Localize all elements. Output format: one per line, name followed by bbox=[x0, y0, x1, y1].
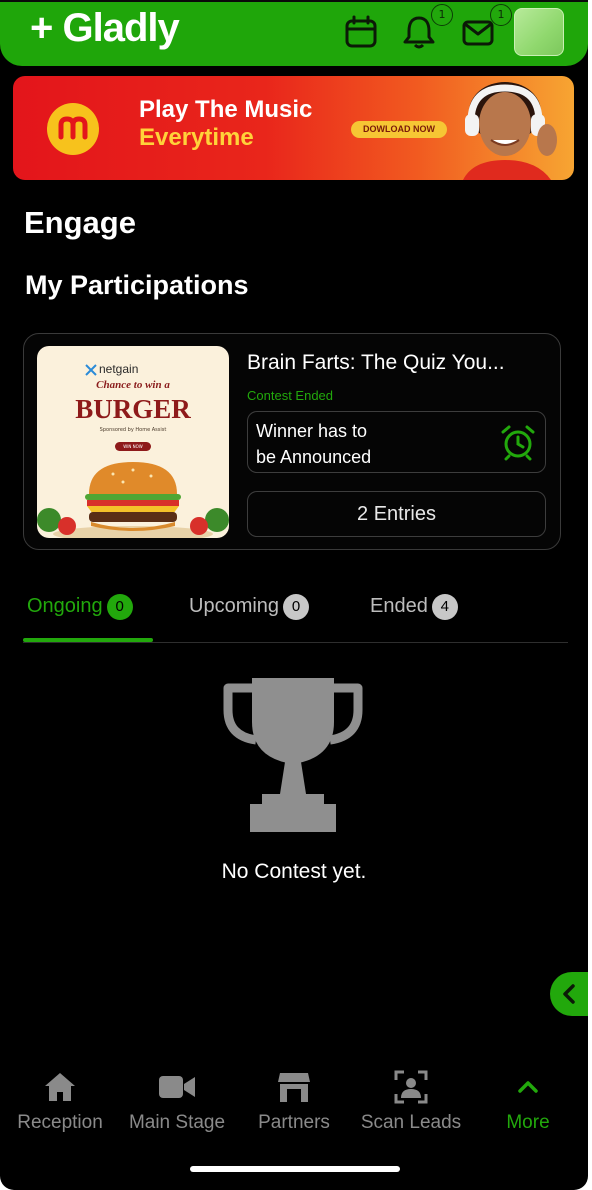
nav-scan-leads-label: Scan Leads bbox=[360, 1112, 462, 1133]
entries-button[interactable]: 2 Entries bbox=[247, 491, 546, 537]
messages-button[interactable]: 1 bbox=[460, 4, 512, 52]
side-drawer-handle[interactable] bbox=[550, 972, 588, 1016]
tab-ongoing-count: 0 bbox=[106, 594, 133, 620]
banner-subheadline: Everytime bbox=[139, 124, 254, 151]
alarm-clock-icon bbox=[501, 425, 535, 461]
netgain-logo-icon bbox=[85, 364, 97, 376]
tab-upcoming-label: Upcoming bbox=[189, 595, 280, 617]
thumbnail-cta: WIN NOW bbox=[115, 442, 151, 451]
nav-main-stage[interactable]: Main Stage bbox=[118, 1070, 236, 1134]
download-now-button[interactable]: DOWLOAD NOW bbox=[351, 121, 447, 138]
messages-badge: 1 bbox=[490, 4, 512, 26]
notifications-badge: 1 bbox=[431, 4, 453, 26]
nav-partners[interactable]: Partners bbox=[246, 1070, 342, 1134]
home-icon bbox=[45, 1073, 75, 1101]
winner-status-line2: be Announced bbox=[256, 447, 372, 467]
tab-upcoming[interactable]: Upcoming 0 bbox=[189, 594, 310, 620]
thumbnail-tagline: Chance to win a bbox=[96, 379, 170, 391]
thumbnail-sponsor: Sponsored by Home Assist bbox=[99, 427, 167, 433]
chevron-left-icon bbox=[563, 984, 575, 1004]
chevron-up-icon bbox=[518, 1081, 538, 1093]
tab-ongoing-label: Ongoing bbox=[27, 595, 103, 617]
app-logo[interactable]: + Gladly bbox=[30, 6, 180, 51]
burger-illustration bbox=[37, 462, 229, 538]
calendar-icon[interactable] bbox=[343, 12, 379, 52]
top-header: + Gladly 1 1 bbox=[0, 0, 588, 66]
page-title: Engage bbox=[24, 205, 136, 240]
contest-title[interactable]: Brain Farts: The Quiz You... bbox=[247, 351, 547, 375]
winner-status-box: Winner has to be Announced bbox=[247, 411, 546, 473]
tab-upcoming-count: 0 bbox=[283, 594, 310, 620]
app-screen: + Gladly 1 1 Play The Music Everytime DO… bbox=[0, 0, 588, 1190]
banner-headline: Play The Music bbox=[139, 96, 313, 123]
tab-ongoing[interactable]: Ongoing 0 bbox=[27, 594, 133, 620]
banner-person-image bbox=[463, 82, 557, 180]
nav-partners-label: Partners bbox=[258, 1112, 330, 1133]
nav-reception-label: Reception bbox=[17, 1112, 103, 1133]
winner-status-text: Winner has to be Announced bbox=[256, 418, 456, 470]
promo-banner[interactable]: Play The Music Everytime DOWLOAD NOW bbox=[13, 76, 574, 180]
scan-user-icon bbox=[394, 1070, 428, 1104]
tab-ended-count: 4 bbox=[431, 594, 458, 620]
nav-more[interactable]: More bbox=[490, 1070, 566, 1134]
nav-reception[interactable]: Reception bbox=[10, 1070, 110, 1134]
user-avatar[interactable] bbox=[514, 8, 564, 56]
video-icon bbox=[159, 1076, 195, 1098]
nav-more-label: More bbox=[506, 1112, 550, 1133]
store-icon bbox=[278, 1073, 310, 1102]
thumbnail-headline: BURGER bbox=[75, 394, 191, 424]
thumbnail-brand: netgain bbox=[99, 362, 139, 376]
home-indicator[interactable] bbox=[190, 1166, 400, 1172]
contest-status: Contest Ended bbox=[247, 388, 334, 403]
nav-main-stage-label: Main Stage bbox=[128, 1112, 226, 1133]
trophy-icon bbox=[223, 678, 363, 832]
contest-thumbnail[interactable]: netgain Chance to win a BURGER Sponsored… bbox=[37, 346, 229, 538]
music-app-logo bbox=[47, 103, 99, 155]
winner-status-line1: Winner has to bbox=[256, 421, 368, 441]
tabs-divider bbox=[23, 642, 568, 643]
tab-ended[interactable]: Ended 4 bbox=[370, 594, 458, 620]
tab-ended-label: Ended bbox=[370, 595, 428, 617]
empty-state-message: No Contest yet. bbox=[221, 860, 367, 883]
section-title: My Participations bbox=[25, 270, 249, 300]
nav-scan-leads[interactable]: Scan Leads bbox=[352, 1070, 470, 1134]
notifications-button[interactable]: 1 bbox=[401, 4, 453, 52]
